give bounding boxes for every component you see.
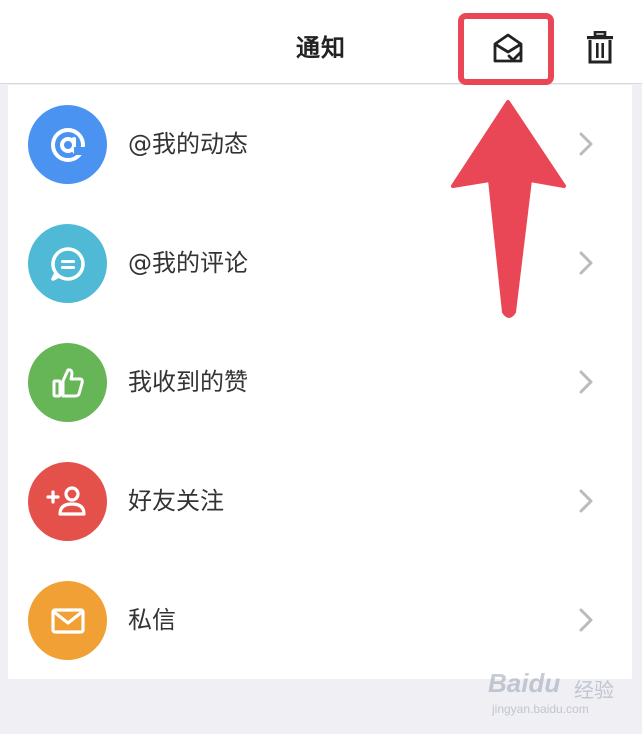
list-item-friend-follows[interactable]: 好友关注 bbox=[8, 442, 632, 560]
watermark-logo: Baidu bbox=[488, 668, 561, 698]
thumbs-up-icon bbox=[28, 343, 107, 422]
watermark-url: jingyan.baidu.com bbox=[492, 702, 589, 716]
watermark-text: 经验 bbox=[574, 678, 614, 702]
item-label: 好友关注 bbox=[128, 487, 224, 515]
item-label: 我收到的赞 bbox=[128, 368, 248, 396]
list-item-likes-received[interactable]: 我收到的赞 bbox=[8, 323, 632, 441]
highlight-annotation-box bbox=[458, 13, 554, 85]
baidu-jingyan-watermark: Baidu 经验 jingyan.baidu.com bbox=[488, 660, 628, 720]
item-label: @我的评论 bbox=[128, 249, 248, 277]
chevron-right-icon bbox=[579, 608, 593, 632]
chevron-right-icon bbox=[579, 489, 593, 513]
chevron-right-icon bbox=[579, 370, 593, 394]
add-friend-icon bbox=[28, 462, 107, 541]
chevron-right-icon bbox=[579, 251, 593, 275]
mail-icon bbox=[28, 581, 107, 660]
delete-button[interactable] bbox=[578, 26, 622, 70]
chevron-right-icon bbox=[579, 132, 593, 156]
item-label: 私信 bbox=[128, 606, 176, 634]
red-arrow-annotation bbox=[451, 100, 566, 318]
trash-icon bbox=[587, 31, 613, 64]
at-icon bbox=[28, 105, 107, 184]
item-label: @我的动态 bbox=[128, 130, 248, 158]
comment-icon bbox=[28, 224, 107, 303]
